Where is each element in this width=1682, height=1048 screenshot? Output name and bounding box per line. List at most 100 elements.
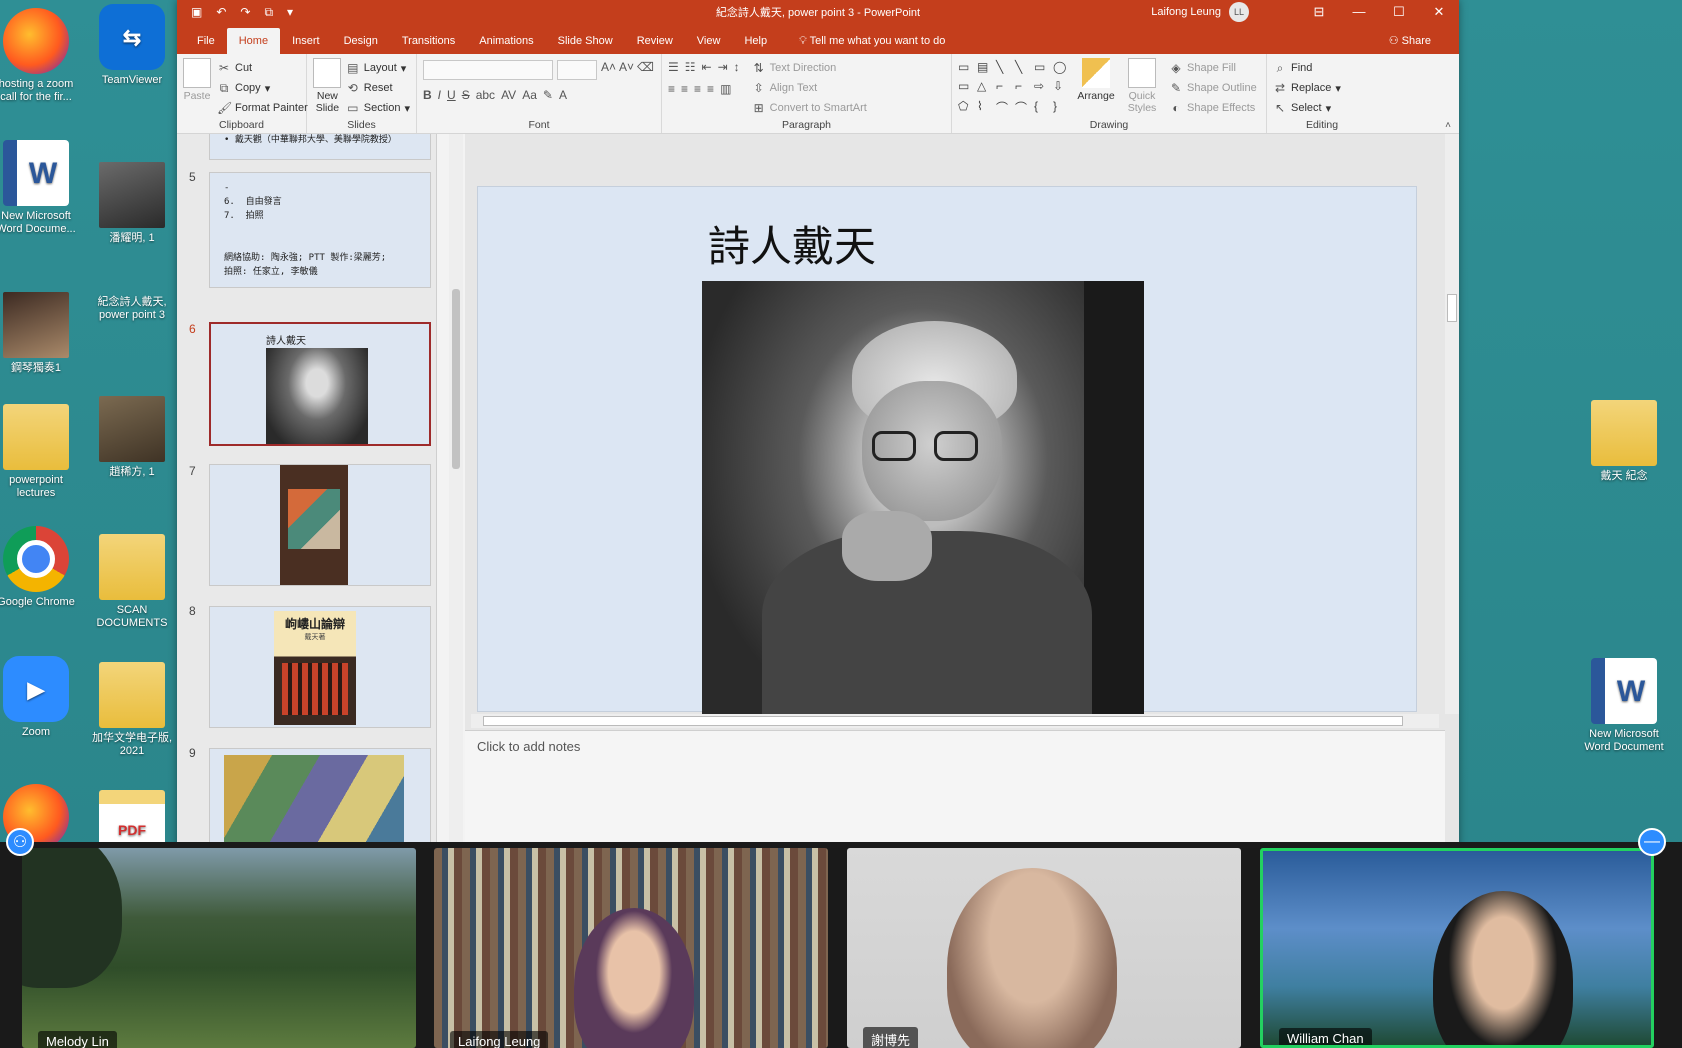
participants-icon[interactable]: ⚇ xyxy=(6,828,34,856)
tell-me-search[interactable]: 💡︎ Tell me what you want to do xyxy=(787,28,957,54)
participant-tile[interactable]: Melody Lin xyxy=(22,848,416,1048)
convert-smartart-button[interactable]: ⊞ Convert to SmartArt xyxy=(752,98,867,118)
increase-indent-icon[interactable]: ⇥ xyxy=(718,60,728,74)
new-slide-button[interactable]: New Slide xyxy=(313,58,342,118)
shape-fill-button[interactable]: ◈ Shape Fill xyxy=(1169,58,1257,78)
slide-thumbnail-8[interactable]: 岣嶁山論辯 戴天著 xyxy=(209,606,431,728)
tab-home[interactable]: Home xyxy=(226,28,281,54)
format-painter-button[interactable]: 🖌︎ Format Painter xyxy=(217,98,308,118)
desktop-icon-video-1[interactable]: 潘耀明, 1 xyxy=(90,162,174,245)
desktop-icon-ppt-lectures[interactable]: powerpoint lectures xyxy=(0,404,78,500)
desktop-icon-scan[interactable]: SCAN DOCUMENTS xyxy=(90,534,174,630)
minimize-icon[interactable]: — xyxy=(1339,4,1379,20)
participant-tile-active-speaker[interactable]: William Chan xyxy=(1260,848,1654,1048)
shape-outline-button[interactable]: ✎ Shape Outline xyxy=(1169,78,1257,98)
change-case-icon[interactable]: Aa xyxy=(522,88,537,102)
close-icon[interactable]: ✕ xyxy=(1419,4,1459,20)
shadow-icon[interactable]: S xyxy=(462,88,470,102)
text-direction-button[interactable]: ⇅ Text Direction xyxy=(752,58,867,78)
user-account[interactable]: Laifong Leung LL xyxy=(1151,2,1249,22)
tab-design[interactable]: Design xyxy=(332,28,390,54)
participant-tile[interactable]: Laifong Leung xyxy=(434,848,828,1048)
font-name-select[interactable] xyxy=(423,60,553,80)
thumbnails-scrollbar[interactable] xyxy=(449,134,463,860)
bold-icon[interactable]: B xyxy=(423,88,432,102)
editor-horizontal-scrollbar[interactable] xyxy=(471,714,1439,728)
shape-effects-button[interactable]: ◐ Shape Effects xyxy=(1169,98,1257,118)
strikethrough-icon[interactable]: abc xyxy=(476,88,495,102)
collapse-ribbon-icon[interactable]: ˄ xyxy=(1445,120,1451,131)
desktop-icon-teamviewer[interactable]: ⇆ TeamViewer xyxy=(90,4,174,87)
numbering-icon[interactable]: ☷ xyxy=(685,60,696,74)
notes-pane[interactable]: Click to add notes xyxy=(465,730,1445,860)
desktop-icon-zoom[interactable]: ▶ Zoom xyxy=(0,656,78,739)
desktop-icon-piano[interactable]: 鋼琴獨奏1 xyxy=(0,292,78,375)
italic-icon[interactable]: I xyxy=(438,88,441,102)
slide-thumbnail-4[interactable]: • 戴天觀（中華聯邦大學、美聯學院教授） xyxy=(209,134,431,160)
slide-thumbnail-5[interactable]: - 6. 自由發言 7. 拍照 網絡協助: 陶永強; PTT 製作:梁麗芳; 拍… xyxy=(209,172,431,288)
desktop-icon-folder-daitian[interactable]: 戴天 紀念 xyxy=(1582,400,1666,483)
current-slide[interactable]: 詩人戴天 xyxy=(477,186,1417,727)
slide-title[interactable]: 詩人戴天 xyxy=(708,213,876,274)
align-left-icon[interactable]: ≡ xyxy=(668,82,675,96)
desktop-icon-video-2[interactable]: 趙稀方, 1 xyxy=(90,396,174,479)
slide-thumbnail-7[interactable] xyxy=(209,464,431,586)
slide-photo[interactable] xyxy=(702,281,1144,727)
start-slideshow-icon[interactable]: ⧉ xyxy=(264,5,273,20)
select-button[interactable]: ↖ Select ▾ xyxy=(1273,98,1371,118)
underline-icon[interactable]: U xyxy=(447,88,456,102)
desktop-icon-chrome[interactable]: Google Chrome xyxy=(0,526,78,609)
save-icon[interactable]: ▣ xyxy=(191,5,202,20)
paste-button[interactable]: Paste xyxy=(183,58,211,118)
font-size-select[interactable] xyxy=(557,60,597,80)
arrange-button[interactable]: Arrange xyxy=(1077,58,1115,118)
columns-icon[interactable]: ▥ xyxy=(720,82,731,96)
tab-transitions[interactable]: Transitions xyxy=(390,28,467,54)
scrollbar-thumb[interactable] xyxy=(452,289,460,469)
align-right-icon[interactable]: ≡ xyxy=(694,82,701,96)
slide-thumbnail-6[interactable]: 詩人戴天 xyxy=(209,322,431,446)
section-button[interactable]: ▭ Section ▾ xyxy=(346,98,410,118)
replace-button[interactable]: ⇄ Replace ▾ xyxy=(1273,78,1371,98)
copy-button[interactable]: ⧉ Copy ▾ xyxy=(217,78,308,98)
shapes-gallery[interactable]: ▭ ▤ ╲ ╲ ▭ ◯ ▭ △ ⌐ ⌐ ⇨ ⇩ ⬠ ⌇ ⌒ ⌒{} xyxy=(958,60,1069,118)
increase-font-icon[interactable]: A˄ xyxy=(601,60,616,80)
scrollbar-thumb[interactable] xyxy=(1447,294,1457,322)
align-text-button[interactable]: ⇳ Align Text xyxy=(752,78,867,98)
desktop-icon-firefox-zoom[interactable]: hosting a zoom call for the fir... xyxy=(0,8,78,104)
maximize-icon[interactable]: ☐ xyxy=(1379,4,1419,20)
font-color-icon[interactable]: A xyxy=(559,88,567,102)
tab-help[interactable]: Help xyxy=(732,28,779,54)
highlight-icon[interactable]: ✎ xyxy=(543,88,553,102)
quick-styles-button[interactable]: Quick Styles xyxy=(1123,58,1161,118)
undo-icon[interactable]: ↶ xyxy=(216,5,226,20)
tab-animations[interactable]: Animations xyxy=(467,28,545,54)
char-spacing-icon[interactable]: AV xyxy=(501,88,516,102)
tab-view[interactable]: View xyxy=(685,28,733,54)
tab-review[interactable]: Review xyxy=(625,28,685,54)
tab-insert[interactable]: Insert xyxy=(280,28,332,54)
share-button[interactable]: ⚇ Share xyxy=(1377,28,1443,54)
slide-thumbnails-pane[interactable]: • 戴天觀（中華聯邦大學、美聯學院教授） 5 - 6. 自由發言 7. 拍照 網… xyxy=(177,134,437,860)
tab-file[interactable]: File xyxy=(185,28,227,54)
find-button[interactable]: ⌕ Find xyxy=(1273,58,1371,78)
justify-icon[interactable]: ≡ xyxy=(707,82,714,96)
minimize-video-icon[interactable]: — xyxy=(1638,828,1666,856)
participant-tile[interactable]: 謝博先 xyxy=(847,848,1241,1048)
desktop-icon-pptx[interactable]: P 紀念詩人戴天, power point 3 xyxy=(90,296,333,362)
cut-button[interactable]: ✂ Cut xyxy=(217,58,308,78)
tab-slide-show[interactable]: Slide Show xyxy=(546,28,625,54)
desktop-icon-word-doc[interactable]: W New Microsoft Word Docume... xyxy=(0,140,78,236)
ribbon-display-options-icon[interactable]: ⊟ xyxy=(1299,4,1339,20)
line-spacing-icon[interactable]: ↕ xyxy=(734,60,740,74)
redo-icon[interactable]: ↷ xyxy=(240,5,250,20)
desktop-icon-folder-2021[interactable]: 加华文学电子版, 2021 xyxy=(90,662,174,758)
scrollbar-thumb[interactable] xyxy=(483,716,1403,726)
editor-vertical-scrollbar[interactable] xyxy=(1445,134,1459,714)
decrease-indent-icon[interactable]: ⇤ xyxy=(702,60,712,74)
customize-toolbar-icon[interactable]: ▾ xyxy=(287,5,293,20)
decrease-font-icon[interactable]: A˅ xyxy=(619,60,634,80)
bullets-icon[interactable]: ☰ xyxy=(668,60,679,74)
desktop-icon-word-doc-2[interactable]: W New Microsoft Word Document xyxy=(1582,658,1666,754)
align-center-icon[interactable]: ≡ xyxy=(681,82,688,96)
